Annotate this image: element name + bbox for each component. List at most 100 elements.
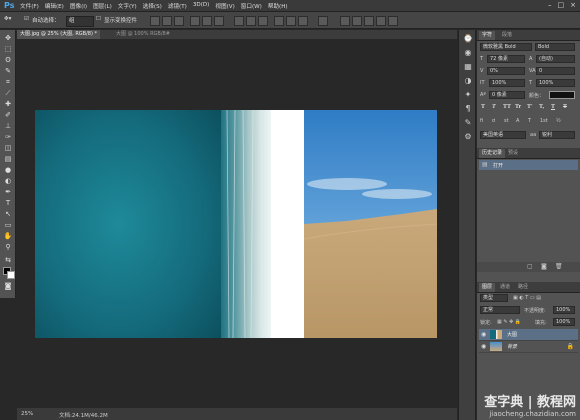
menu-filter[interactable]: 滤镜(T) [168, 2, 187, 10]
align-left-icon[interactable] [190, 16, 200, 26]
history-item[interactable]: ▤ 打开 [479, 160, 578, 170]
anti-alias-select[interactable]: 锐利 [539, 131, 575, 139]
layer-filter-icons[interactable]: ▣ ◐ T ▭ ▤ [513, 295, 541, 301]
swash-icon[interactable]: st [504, 118, 509, 124]
opacity-field[interactable]: 100% [553, 306, 575, 314]
faux-italic-button[interactable]: T [492, 104, 496, 110]
adjustments-panel-icon[interactable]: ◑ [463, 76, 473, 86]
strikethrough-button[interactable]: T [563, 104, 567, 110]
quick-mask-icon[interactable]: ◙ [3, 282, 13, 291]
font-size-field[interactable]: 72 像素 [487, 55, 525, 63]
leading-field[interactable]: (自动) [536, 55, 575, 63]
vertical-scale-field[interactable]: 100% [489, 79, 525, 87]
distribute-bottom-icon[interactable] [258, 16, 268, 26]
all-caps-button[interactable]: TT [503, 104, 511, 110]
align-right-icon[interactable] [214, 16, 224, 26]
blend-mode-select[interactable]: 正常 [480, 306, 520, 314]
history-brush-tool-icon[interactable]: ✑ [3, 133, 13, 142]
swap-colors-icon[interactable]: ⇆ [3, 256, 13, 265]
menu-layer[interactable]: 图层(L) [93, 2, 112, 10]
close-icon[interactable]: × [570, 1, 576, 9]
zoom-level[interactable]: 25% [21, 411, 33, 417]
move-tool-icon[interactable]: ✥ [3, 34, 13, 43]
gradient-tool-icon[interactable]: ▤ [3, 155, 13, 164]
pen-tool-icon[interactable]: ✒ [3, 188, 13, 197]
align-bottom-icon[interactable] [174, 16, 184, 26]
menu-help[interactable]: 帮助(H) [268, 2, 288, 10]
zoom-tool-icon[interactable]: ⚲ [3, 243, 13, 252]
distribute-top-icon[interactable] [234, 16, 244, 26]
menu-file[interactable]: 文件(F) [20, 2, 39, 10]
tab-paths[interactable]: 路径 [515, 283, 531, 292]
fractions-icon[interactable]: ½ [556, 118, 561, 124]
eyedropper-tool-icon[interactable]: ⟋ [3, 89, 13, 98]
3d-mode-icon[interactable] [340, 16, 350, 26]
brush-tool-icon[interactable]: ✐ [3, 111, 13, 120]
menu-edit[interactable]: 编辑(E) [45, 2, 64, 10]
crop-tool-icon[interactable]: ⌗ [3, 78, 13, 87]
font-style-select[interactable]: Bold [535, 43, 575, 51]
visibility-eye-icon[interactable]: ◉ [481, 331, 486, 338]
path-select-tool-icon[interactable]: ↖ [3, 210, 13, 219]
menu-select[interactable]: 选择(S) [143, 2, 162, 10]
tab-history[interactable]: 历史记录 [479, 149, 506, 158]
clone-stamp-tool-icon[interactable]: ⊥ [3, 122, 13, 131]
visibility-eye-icon[interactable]: ◉ [481, 343, 486, 350]
tab-character[interactable]: 字符 [479, 31, 496, 40]
layer-filter-kind[interactable]: 类型 [480, 294, 508, 302]
auto-select-dropdown[interactable]: 组 [66, 16, 94, 27]
quick-select-tool-icon[interactable]: ✎ [3, 67, 13, 76]
lock-icons[interactable]: ▦ ✎ ✥ 🔒 [497, 319, 521, 325]
align-hcenter-icon[interactable] [202, 16, 212, 26]
shape-tool-icon[interactable]: ▭ [3, 221, 13, 230]
kerning-field[interactable]: 0% [487, 67, 525, 75]
align-top-icon[interactable] [150, 16, 160, 26]
tab-channels[interactable]: 通道 [497, 283, 513, 292]
dodge-tool-icon[interactable]: ◐ [3, 177, 13, 186]
tab-document-1[interactable]: 大图.jpg @ 25% (大图, RGB/8) * [17, 30, 101, 39]
healing-brush-tool-icon[interactable]: ✚ [3, 100, 13, 109]
layer-name[interactable]: 大图 [507, 331, 517, 338]
tab-layers[interactable]: 图层 [479, 283, 496, 292]
baseline-shift-field[interactable]: 0 像素 [489, 91, 525, 99]
paragraph-panel-icon[interactable]: ¶ [463, 104, 473, 114]
new-document-from-state-icon[interactable]: ▢ [527, 263, 533, 270]
menu-window[interactable]: 窗口(W) [241, 2, 262, 10]
horizontal-scale-field[interactable]: 100% [536, 79, 575, 87]
show-transform-checkbox[interactable]: ☐ [96, 16, 101, 22]
background-color-swatch[interactable] [7, 271, 15, 279]
language-select[interactable]: 美国英语 [480, 131, 526, 139]
tracking-field[interactable]: 0 [536, 67, 575, 75]
align-vcenter-icon[interactable] [162, 16, 172, 26]
distribute-hcenter-icon[interactable] [286, 16, 296, 26]
distribute-left-icon[interactable] [274, 16, 284, 26]
auto-align-icon[interactable] [318, 16, 328, 26]
tab-paragraph[interactable]: 段落 [499, 31, 515, 40]
color-panel-icon[interactable]: ◉ [463, 48, 473, 58]
3d-slide-icon[interactable] [388, 16, 398, 26]
ligature-icon[interactable]: fi [480, 118, 483, 124]
menu-image[interactable]: 图像(I) [70, 2, 87, 10]
blur-tool-icon[interactable]: ● [3, 166, 13, 175]
3d-roll-icon[interactable] [364, 16, 374, 26]
3d-rotate-icon[interactable] [352, 16, 362, 26]
brush-panel-icon[interactable]: ✎ [463, 118, 473, 128]
type-tool-icon[interactable]: T [3, 199, 13, 208]
titling-icon[interactable]: T [528, 118, 531, 124]
maximize-icon[interactable]: □ [558, 1, 565, 9]
fill-field[interactable]: 100% [553, 318, 575, 326]
move-tool-icon[interactable]: ✥▾ [4, 16, 11, 22]
3d-pan-icon[interactable] [376, 16, 386, 26]
superscript-button[interactable]: T' [527, 104, 533, 110]
minimize-icon[interactable]: – [548, 1, 552, 9]
text-color-swatch[interactable] [549, 91, 575, 99]
menu-view[interactable]: 视图(V) [215, 2, 234, 10]
document-image[interactable] [17, 39, 457, 408]
auto-select-checkbox[interactable]: ☑ [24, 16, 29, 22]
eraser-tool-icon[interactable]: ◫ [3, 144, 13, 153]
faux-bold-button[interactable]: T [481, 104, 485, 110]
styles-panel-icon[interactable]: ✦ [463, 90, 473, 100]
menu-3d[interactable]: 3D(D) [193, 2, 210, 10]
properties-panel-icon[interactable]: ⚙ [463, 132, 473, 142]
tab-presets[interactable]: 预设 [505, 149, 521, 158]
